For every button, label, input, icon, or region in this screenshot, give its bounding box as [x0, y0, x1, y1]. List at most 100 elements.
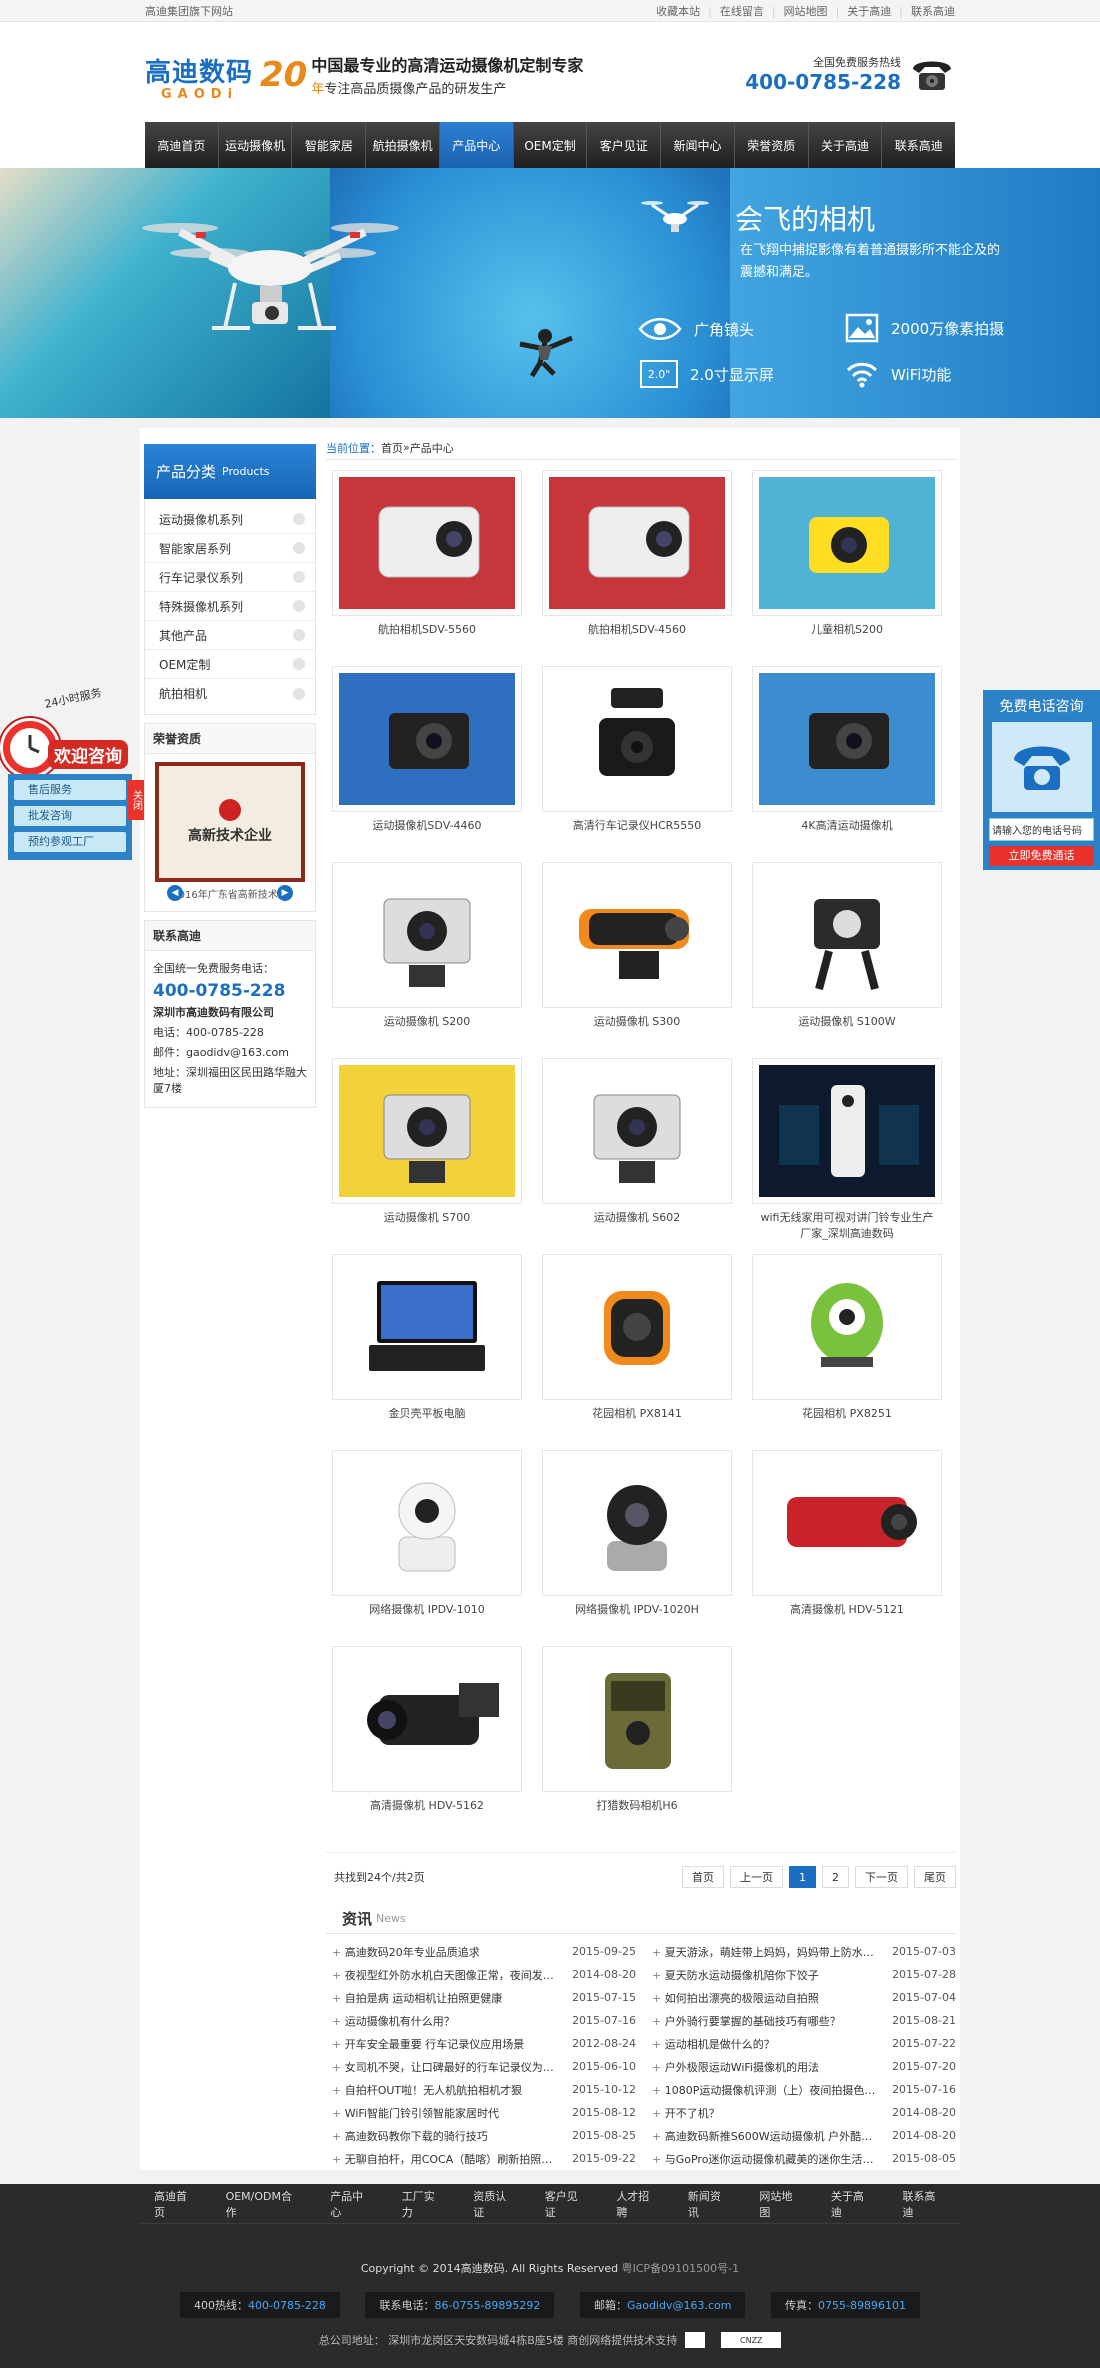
favorite-link[interactable]: 收藏本站: [656, 3, 700, 19]
news-item[interactable]: 1080P运动摄像机评测（上）夜间拍摄色彩差 2015-07-16: [646, 2078, 956, 2101]
news-title-link[interactable]: 高迪数码20年专业品质追求: [326, 1944, 556, 1960]
news-item[interactable]: 户外极限运动WiFi摄像机的用法 2015-07-20: [646, 2055, 956, 2078]
footer-nav-link[interactable]: 人才招聘: [616, 2188, 660, 2220]
news-item[interactable]: 如何拍出漂亮的极限运动自拍照 2015-07-04: [646, 1986, 956, 2009]
product-name-link[interactable]: 高清摄像机 HDV-5121: [752, 1602, 942, 1618]
footer-nav-link[interactable]: 客户见证: [545, 2188, 589, 2220]
category-item[interactable]: OEM定制: [145, 650, 315, 679]
product-image-frame[interactable]: [542, 1058, 732, 1204]
footer-nav-link[interactable]: 关于高迪: [831, 2188, 875, 2220]
product-card[interactable]: 运动摄像机 S300: [542, 862, 732, 1058]
product-card[interactable]: 金贝壳平板电脑: [332, 1254, 522, 1450]
product-name-link[interactable]: 金贝壳平板电脑: [332, 1406, 522, 1422]
nav-item[interactable]: 智能家居: [292, 122, 367, 168]
pager-button[interactable]: 2: [822, 1865, 849, 1888]
product-card[interactable]: 网络摄像机 IPDV-1020H: [542, 1450, 732, 1646]
product-image-frame[interactable]: [332, 1058, 522, 1204]
footer-nav-link[interactable]: 高迪首页: [154, 2188, 198, 2220]
nav-item[interactable]: 新闻中心: [661, 122, 735, 168]
product-name-link[interactable]: 高清摄像机 HDV-5162: [332, 1798, 522, 1814]
news-item[interactable]: 夏天游泳，萌娃带上妈妈，妈妈带上防水相机 2015-07-03: [646, 1940, 956, 1963]
product-image-frame[interactable]: [752, 1058, 942, 1204]
category-item[interactable]: 其他产品: [145, 621, 315, 650]
nav-item[interactable]: 高迪首页: [145, 122, 219, 168]
product-name-link[interactable]: 花园相机 PX8141: [542, 1406, 732, 1422]
product-name-link[interactable]: 花园相机 PX8251: [752, 1406, 942, 1422]
product-image-frame[interactable]: [332, 862, 522, 1008]
product-name-link[interactable]: 运动摄像机 S300: [542, 1014, 732, 1030]
news-item[interactable]: 高迪数码新推S600W运动摄像机 户外酷拍爆生活 2014-08-20: [646, 2124, 956, 2147]
product-image-frame[interactable]: [542, 1254, 732, 1400]
footer-nav-link[interactable]: 产品中心: [330, 2188, 374, 2220]
sitemap-link[interactable]: 网站地图: [784, 3, 828, 19]
product-name-link[interactable]: 4K高清运动摄像机: [752, 818, 942, 834]
news-title-link[interactable]: 夏天防水运动摄像机陪你下饺子: [646, 1967, 876, 1983]
news-item[interactable]: 与GoPro迷你运动摄像机藏美的迷你生活相机 2015-08-05: [646, 2147, 956, 2170]
product-card[interactable]: 高清摄像机 HDV-5162: [332, 1646, 522, 1842]
footer-nav-link[interactable]: 联系高迪: [902, 2188, 946, 2220]
nav-item[interactable]: 产品中心: [439, 122, 514, 168]
close-float-button[interactable]: 关闭: [128, 780, 144, 820]
footer-nav-link[interactable]: 资质认证: [473, 2188, 517, 2220]
footer-nav-link[interactable]: OEM/ODM合作: [226, 2188, 303, 2220]
product-image-frame[interactable]: [752, 470, 942, 616]
pager-button[interactable]: 下一页: [855, 1865, 908, 1888]
product-image-frame[interactable]: [542, 1646, 732, 1792]
product-image-frame[interactable]: [752, 862, 942, 1008]
product-name-link[interactable]: 高清行车记录仪HCR5550: [542, 818, 732, 834]
product-card[interactable]: 高清行车记录仪HCR5550: [542, 666, 732, 862]
pager-button[interactable]: 首页: [682, 1865, 724, 1888]
category-item[interactable]: 行车记录仪系列: [145, 563, 315, 592]
nav-item[interactable]: 客户见证: [587, 122, 662, 168]
news-title-link[interactable]: 高迪数码教你下载的骑行技巧: [326, 2128, 556, 2144]
product-card[interactable]: 航拍相机SDV-5560: [332, 470, 522, 666]
prev-arrow-icon[interactable]: ◀: [167, 885, 183, 901]
product-card[interactable]: 打猎数码相机H6: [542, 1646, 732, 1842]
free-call-button[interactable]: 立即免费通话: [989, 846, 1094, 866]
product-name-link[interactable]: 运动摄像机 S602: [542, 1210, 732, 1226]
news-item[interactable]: 开不了机？ 2014-08-20: [646, 2101, 956, 2124]
news-item[interactable]: 高迪数码教你下载的骑行技巧 2015-08-25: [326, 2124, 636, 2147]
message-link[interactable]: 在线留言: [720, 3, 764, 19]
product-image-frame[interactable]: [542, 1450, 732, 1596]
product-image-frame[interactable]: [752, 1254, 942, 1400]
wholesale-button[interactable]: 批发咨询: [14, 806, 126, 826]
news-title-link[interactable]: 户外极限运动WiFi摄像机的用法: [646, 2059, 876, 2075]
product-image-frame[interactable]: [542, 666, 732, 812]
news-item[interactable]: 自拍杆OUT啦！无人机航拍相机才狠 2015-10-12: [326, 2078, 636, 2101]
product-image-frame[interactable]: [332, 470, 522, 616]
product-card[interactable]: 航拍相机SDV-4560: [542, 470, 732, 666]
site-logo[interactable]: 高迪数码 GAODi: [145, 52, 253, 102]
news-item[interactable]: 开车安全最重要 行车记录仪应用场景 2012-08-24: [326, 2032, 636, 2055]
product-card[interactable]: wifi无线家用可视对讲门铃专业生产厂家_深圳高迪数码: [752, 1058, 942, 1254]
product-card[interactable]: 运动摄像机 S700: [332, 1058, 522, 1254]
news-title-link[interactable]: 如何拍出漂亮的极限运动自拍照: [646, 1990, 876, 2006]
breadcrumb-home[interactable]: 首页: [381, 440, 403, 456]
product-name-link[interactable]: wifi无线家用可视对讲门铃专业生产厂家_深圳高迪数码: [752, 1210, 942, 1242]
news-item[interactable]: 自拍是病 运动相机让拍照更健康 2015-07-15: [326, 1986, 636, 2009]
pager-button[interactable]: 上一页: [730, 1865, 783, 1888]
nav-item[interactable]: 运动摄像机: [219, 122, 293, 168]
product-card[interactable]: 运动摄像机 S100W: [752, 862, 942, 1058]
product-card[interactable]: 运动摄像机 S200: [332, 862, 522, 1058]
product-image-frame[interactable]: [752, 1450, 942, 1596]
nav-item[interactable]: 荣誉资质: [735, 122, 809, 168]
after-sales-button[interactable]: 售后服务: [14, 780, 126, 800]
news-item[interactable]: 女司机不哭，让口碑最好的行车记录仪为你作证！ 2015-06-10: [326, 2055, 636, 2078]
footer-nav-link[interactable]: 网站地图: [759, 2188, 803, 2220]
news-title-link[interactable]: 户外骑行要掌握的基础技巧有哪些？: [646, 2013, 876, 2029]
product-card[interactable]: 4K高清运动摄像机: [752, 666, 942, 862]
news-title-link[interactable]: 运动摄像机有什么用？: [326, 2013, 556, 2029]
product-name-link[interactable]: 运动摄像机 S700: [332, 1210, 522, 1226]
product-name-link[interactable]: 航拍相机SDV-4560: [542, 622, 732, 638]
news-title-link[interactable]: 开不了机？: [646, 2105, 876, 2121]
nav-item[interactable]: 关于高迪: [809, 122, 883, 168]
news-item[interactable]: 高迪数码20年专业品质追求 2015-09-25: [326, 1940, 636, 1963]
product-name-link[interactable]: 打猎数码相机H6: [542, 1798, 732, 1814]
product-name-link[interactable]: 运动摄像机 S200: [332, 1014, 522, 1030]
footer-nav-link[interactable]: 工厂实力: [402, 2188, 446, 2220]
product-card[interactable]: 运动摄像机 S602: [542, 1058, 732, 1254]
news-title-link[interactable]: 自拍杆OUT啦！无人机航拍相机才狠: [326, 2082, 556, 2098]
product-card[interactable]: 花园相机 PX8251: [752, 1254, 942, 1450]
about-link[interactable]: 关于高迪: [847, 3, 891, 19]
